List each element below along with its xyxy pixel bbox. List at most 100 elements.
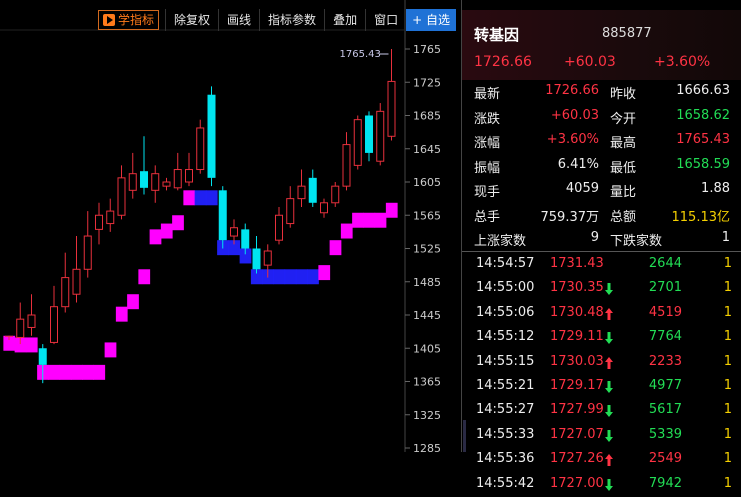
quote-row: 总手 759.37万 总额 115.13亿 [462,203,741,228]
quote-row: 上涨家数 9 下跌家数 1 [462,227,741,252]
quote-label: 最新 [474,87,501,102]
y-tick-label: 1765 [413,43,441,56]
quote-label: 现手 [474,185,501,200]
tick-time: 14:55:36 [476,451,535,467]
band-block [374,212,387,228]
tick-price: 1731.43 [550,256,604,271]
y-tick-label: 1525 [413,243,441,256]
quote-value: 1765.43 [676,132,730,147]
y-tick-label: 1565 [413,209,441,222]
tick-volume: 5617 [648,402,682,418]
band-block [48,364,61,380]
quote-label: 今开 [610,111,637,127]
y-tick-label: 1445 [413,309,441,322]
band-block [138,269,151,285]
tick-row: 14:55:15 1730.03 2233 1 [462,351,741,375]
candle-body [275,214,283,241]
arrow-up-icon [605,356,613,369]
candle-body [207,94,216,178]
tick-price: 1729.17 [550,377,604,393]
quote-value: 115.13亿 [671,209,731,225]
tick-price: 1727.99 [550,402,604,418]
quote-value: 1726.66 [545,83,599,98]
candle-body [173,169,182,189]
candle-body [72,268,81,295]
tick-volume: 7764 [648,329,682,345]
candle-body [286,198,295,225]
quote-label: 上涨家数 [474,234,527,249]
band-block [194,190,207,206]
band-block [340,223,353,239]
tick-price: 1729.11 [550,329,604,345]
band-block [115,306,128,322]
ex-rights-button[interactable]: 除复权 [165,9,218,31]
tick-price: 1727.00 [550,475,604,491]
quote-table: 最新 1726.66 昨收 1666.63 涨跌 +60.03 今开 1658.62 涨幅 +3.… [462,80,741,252]
learn-indicator-button[interactable]: 学指标 [98,10,160,30]
quote-label: 涨跌 [474,111,501,127]
candle-body [308,177,317,203]
tick-count: 1 [723,304,732,320]
tick-list[interactable]: 14:54:57 1731.43 2644 1 14:55:00 1730.35 2701 1… [462,253,741,497]
tick-volume: 2233 [648,353,682,369]
draw-line-button[interactable]: 画线 [218,9,259,31]
tick-price: 1727.26 [550,451,604,467]
tick-volume: 7942 [648,475,682,491]
candle-body [16,318,25,338]
tick-count: 1 [723,475,732,491]
tick-row: 14:55:06 1730.48 4519 1 [462,302,741,326]
add-favorite-button[interactable]: + 自选 [406,9,456,31]
band-block [295,269,308,285]
quote-row: 现手 4059 量比 1.88 [462,178,741,203]
tick-count: 1 [723,426,732,442]
quote-label: 量比 [610,185,637,200]
high-annotation: 1765.43 [340,49,381,60]
y-tick-label: 1725 [413,76,441,89]
band-block [82,364,94,380]
tick-volume: 4519 [648,304,682,320]
indicator-params-button[interactable]: 指标参数 [259,9,324,31]
candle-body [353,119,362,166]
chart-toolbar: 学指标 除复权 画线 指标参数 叠加 窗口 + 自选 [98,9,456,31]
window-button[interactable]: 窗口 [365,9,406,31]
candle-body [241,229,250,249]
candle-body [196,127,205,171]
candle-body [342,144,351,187]
band-block [25,337,38,353]
y-tick-label: 1325 [413,409,441,422]
y-tick-label: 1405 [413,342,441,355]
arrow-down-icon [605,332,613,345]
divider [462,251,741,252]
kline-chart[interactable]: 1765 1725 1685 1645 1605 1565 1525 1485 1445 1405… [0,0,460,452]
tick-price: 1727.07 [550,426,604,442]
band-block [352,212,364,228]
kline-svg[interactable]: 1765 1725 1685 1645 1605 1565 1525 1485 1445 1405… [0,0,460,452]
candle-body [117,177,126,216]
candle-body [365,115,373,153]
header-price: 1726.66 [474,54,532,70]
header-pct: +3.60% [654,54,711,70]
tick-row: 14:55:42 1727.00 7942 1 [462,473,741,497]
quote-row: 最新 1726.66 昨收 1666.63 [462,80,741,105]
overlay-button[interactable]: 叠加 [324,9,365,31]
candle-body [218,190,227,241]
quote-label: 最高 [610,136,637,151]
arrow-up-icon [605,454,613,467]
tick-row: 14:55:12 1729.11 7764 1 [462,326,741,350]
candle-body [50,306,58,343]
tick-volume: 5339 [648,426,682,442]
tick-time: 14:55:33 [476,426,535,442]
y-tick-label: 1685 [413,110,441,123]
band-block [59,364,72,380]
candle-body [297,185,306,200]
band-block [385,202,398,218]
candle-body [128,173,137,191]
quote-label: 下跌家数 [610,234,663,249]
candle-body [61,277,70,308]
play-icon [103,14,115,26]
tick-time: 14:55:21 [476,377,535,393]
scrollbar[interactable] [463,420,466,452]
quote-panel: 转基因 885877 1726.66 +60.03 +3.60% 最新 1726.… [461,0,741,491]
tick-count: 1 [723,280,732,296]
candle-body [151,173,160,191]
